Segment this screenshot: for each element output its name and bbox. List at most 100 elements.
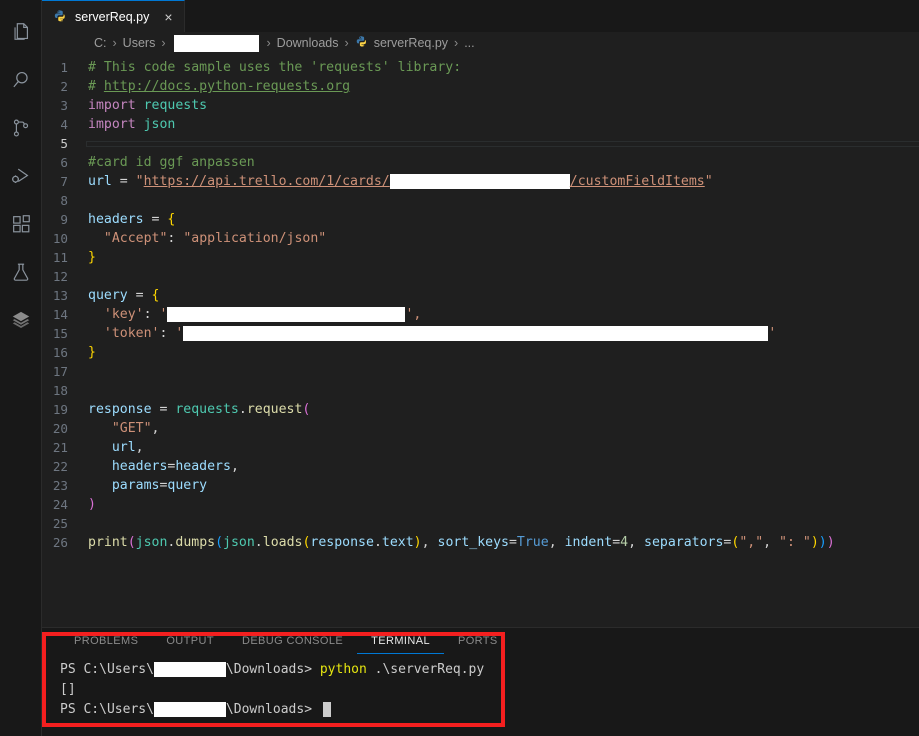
terminal-output[interactable]: PS C:\Users\ \Downloads> python .\serverR… xyxy=(42,654,919,736)
code-line[interactable]: 13 query = { xyxy=(42,286,919,305)
code-line[interactable]: 2 # http://docs.python-requests.org xyxy=(42,77,919,96)
line-number: 14 xyxy=(52,307,68,322)
breadcrumb-item-overflow[interactable]: ... xyxy=(464,36,474,50)
code-token: json xyxy=(135,535,168,550)
code-token: . xyxy=(254,535,263,550)
code-token: " xyxy=(135,174,144,189)
panel-tab-output[interactable]: OUTPUT xyxy=(152,628,228,654)
code-token: 'token' xyxy=(103,326,160,341)
redaction-block xyxy=(153,702,226,717)
code-line[interactable]: 23 params=query xyxy=(42,476,919,495)
code-line[interactable]: 4 import json xyxy=(42,115,919,134)
code-line[interactable]: 19 response = requests.request( xyxy=(42,400,919,419)
code-line[interactable]: 14 'key': ' ', xyxy=(42,305,919,324)
source-control-icon[interactable] xyxy=(0,104,42,152)
code-token: ": " xyxy=(779,535,811,550)
extensions-icon[interactable] xyxy=(0,200,42,248)
code-token: , xyxy=(230,459,239,474)
code-line[interactable]: 5 xyxy=(42,134,919,153)
code-line[interactable]: 1 # This code sample uses the 'requests' … xyxy=(42,58,919,77)
code-line[interactable]: 21 url, xyxy=(42,438,919,457)
code-line[interactable]: 25 xyxy=(42,514,919,533)
code-token: "Accept" xyxy=(103,231,168,246)
bottom-panel: PROBLEMS OUTPUT DEBUG CONSOLE TERMINAL PORTS… xyxy=(42,627,919,736)
line-number: 6 xyxy=(60,155,68,170)
panel-tab-debug-console[interactable]: DEBUG CONSOLE xyxy=(228,628,357,654)
terminal-text: PS C:\Users\ xyxy=(60,702,154,717)
code-token: . xyxy=(373,535,382,550)
line-text: headers=headers, xyxy=(88,457,919,476)
code-token: , xyxy=(135,440,144,455)
terminal-text: .\serverReq.py xyxy=(366,662,485,677)
breadcrumb-separator: › xyxy=(344,36,349,50)
code-line[interactable]: 24) xyxy=(42,495,919,514)
code-line[interactable]: 12 xyxy=(42,267,919,286)
breadcrumb-item-drive[interactable]: C: xyxy=(94,36,107,50)
line-number: 25 xyxy=(52,516,68,531)
line-number: 17 xyxy=(52,364,68,379)
breadcrumb-item-redacted-username[interactable] xyxy=(173,34,259,52)
code-line[interactable]: 8 xyxy=(42,191,919,210)
line-number: 4 xyxy=(60,117,68,132)
code-line[interactable]: 10 "Accept": "application/json" xyxy=(42,229,919,248)
terminal-text: \Downloads> xyxy=(225,662,320,677)
code-token: , xyxy=(151,421,160,436)
code-line[interactable]: 18 xyxy=(42,381,919,400)
close-icon[interactable]: × xyxy=(162,9,174,25)
code-token: } xyxy=(88,345,96,360)
code-editor[interactable]: 1 # This code sample uses the 'requests' … xyxy=(42,54,919,627)
code-line[interactable]: 22 headers=headers, xyxy=(42,457,919,476)
code-line[interactable]: 9 headers = { xyxy=(42,210,919,229)
tab-serverreq-py[interactable]: serverReq.py × xyxy=(42,0,185,32)
redaction-block xyxy=(153,662,226,677)
panel-tab-ports[interactable]: PORTS xyxy=(444,628,512,654)
code-token: headers xyxy=(88,212,144,227)
code-line[interactable]: 6 #card id ggf anpassen xyxy=(42,153,919,172)
code-token: ( xyxy=(215,535,224,550)
line-number: 12 xyxy=(52,269,68,284)
breadcrumb-item-file[interactable]: serverReq.py xyxy=(374,36,448,50)
code-line[interactable]: 7 url = "https://api.trello.com/1/cards//… xyxy=(42,172,919,191)
code-token: # This code sample uses the 'requests' l… xyxy=(88,60,462,75)
code-token: 'key' xyxy=(103,307,144,322)
code-token: ', xyxy=(405,307,422,322)
line-text: params=query xyxy=(88,476,919,495)
panel-tab-problems[interactable]: PROBLEMS xyxy=(60,628,152,654)
code-token: ' xyxy=(159,307,168,322)
code-line[interactable]: 3 import requests xyxy=(42,96,919,115)
layers-icon[interactable] xyxy=(0,296,42,344)
code-token: https://api.trello.com/1/cards/ xyxy=(143,174,390,189)
breadcrumb-item-users[interactable]: Users xyxy=(123,36,156,50)
code-line[interactable]: 16} xyxy=(42,343,919,362)
code-token: { xyxy=(167,212,176,227)
code-line[interactable]: 17 xyxy=(42,362,919,381)
code-token: requests xyxy=(143,98,208,113)
search-icon[interactable] xyxy=(0,56,42,104)
code-line[interactable]: 20 "GET", xyxy=(42,419,919,438)
breadcrumb: C: › Users › › Downloads › serverReq.py … xyxy=(42,32,919,54)
line-number: 5 xyxy=(60,136,68,151)
code-token: # xyxy=(88,79,104,94)
explorer-icon[interactable] xyxy=(0,8,42,56)
testing-flask-icon[interactable] xyxy=(0,248,42,296)
code-line[interactable]: 11} xyxy=(42,248,919,267)
run-and-debug-icon[interactable] xyxy=(0,152,42,200)
code-token: " xyxy=(704,174,713,189)
breadcrumb-item-downloads[interactable]: Downloads xyxy=(277,36,339,50)
panel-tab-terminal[interactable]: TERMINAL xyxy=(357,628,444,654)
python-icon xyxy=(53,9,68,24)
code-token: = xyxy=(508,535,517,550)
code-line[interactable]: 26 print(json.dumps(json.loads(response.t… xyxy=(42,533,919,552)
line-text: url = "https://api.trello.com/1/cards//c… xyxy=(88,172,919,191)
code-token: ) xyxy=(818,535,827,550)
line-text: } xyxy=(88,248,919,267)
code-token: ) xyxy=(826,535,835,550)
breadcrumb-separator: › xyxy=(266,36,271,50)
code-token: ) xyxy=(810,535,819,550)
code-line[interactable]: 15 'token': ' ' xyxy=(42,324,919,343)
